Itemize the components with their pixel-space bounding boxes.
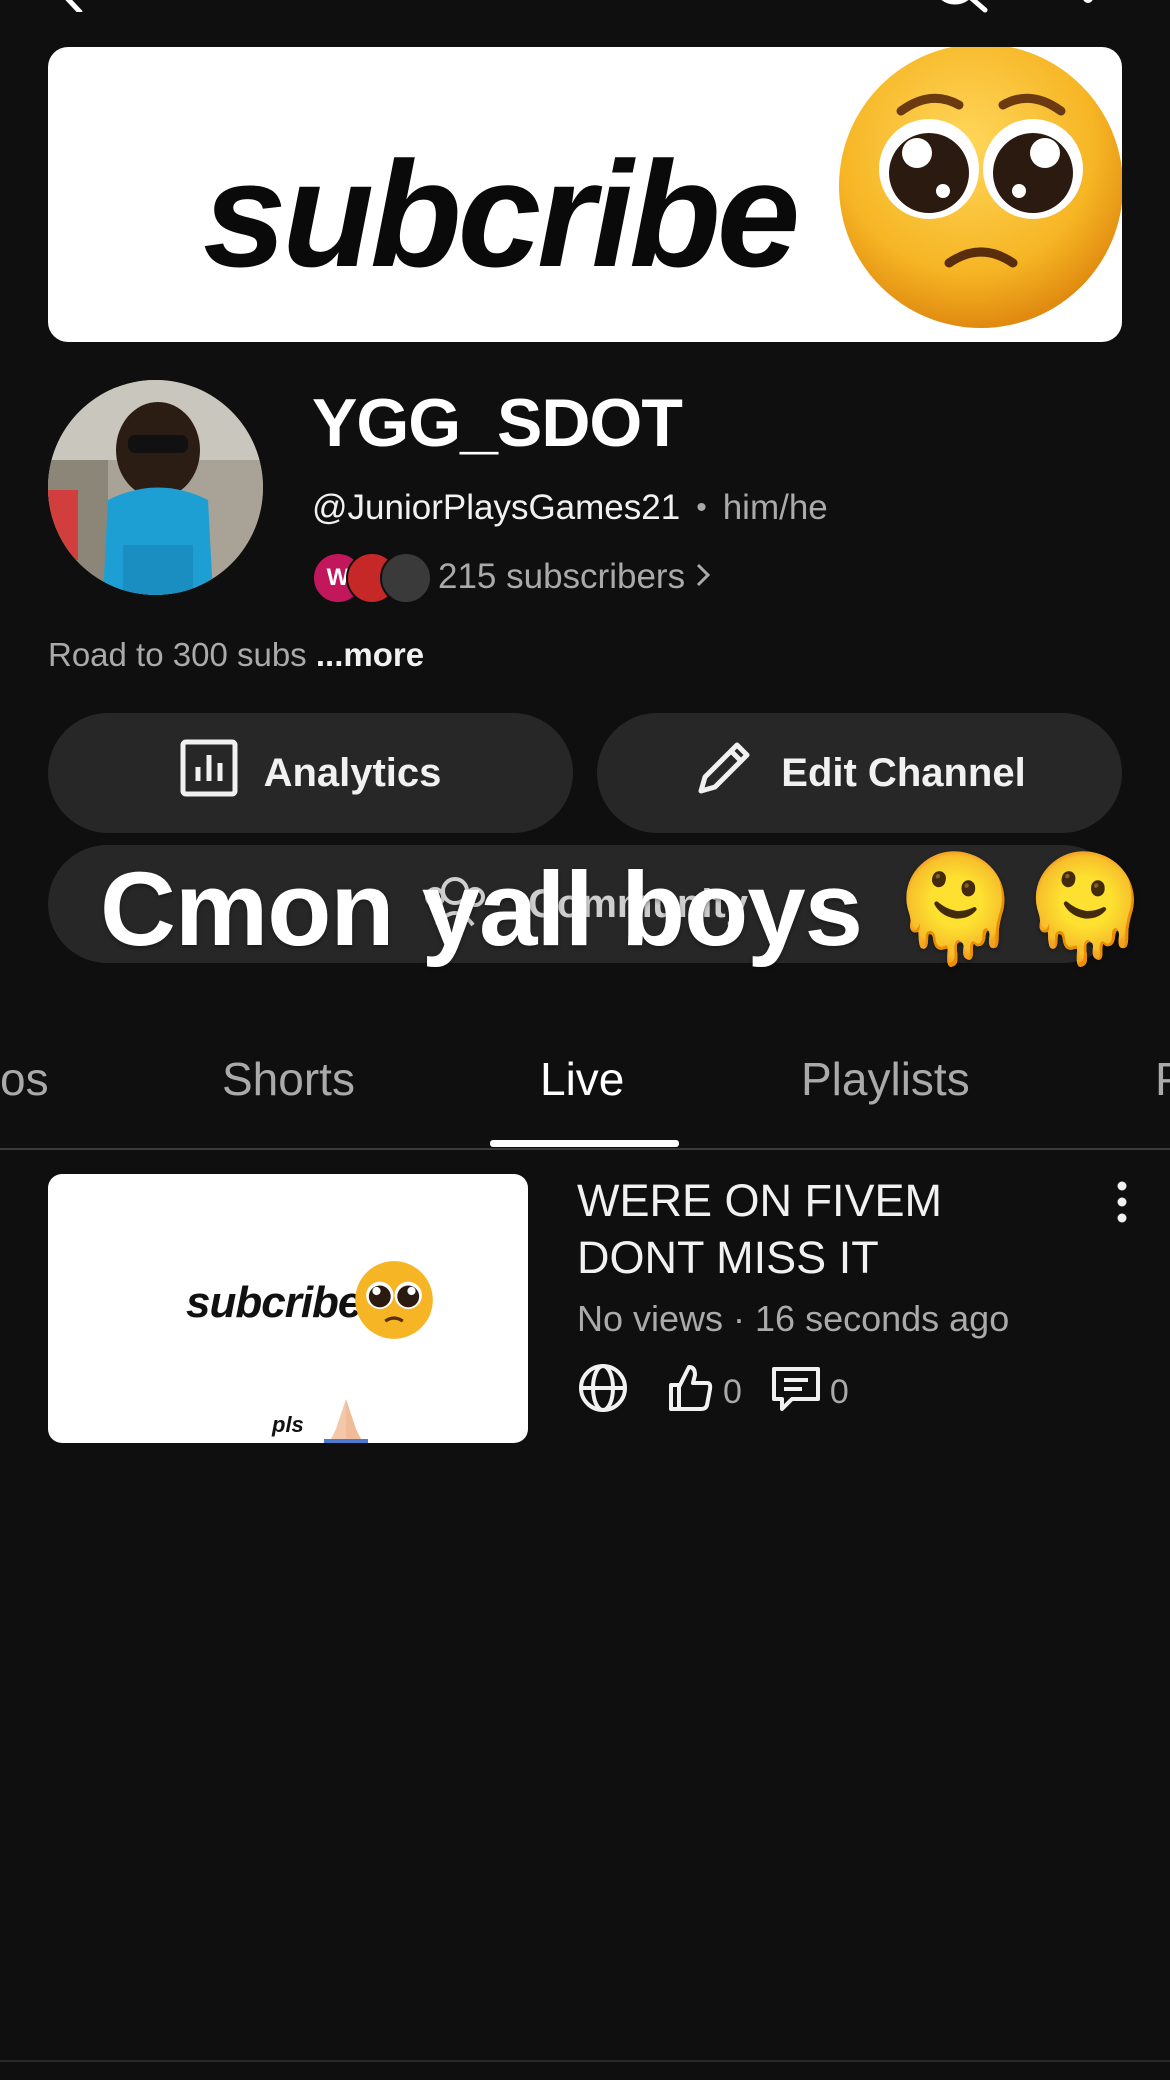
- tab-shorts[interactable]: Shorts: [222, 1052, 355, 1106]
- banner-text: subcribe: [203, 130, 800, 298]
- video-menu-icon[interactable]: [1110, 1180, 1134, 1229]
- tab-live[interactable]: Live: [540, 1052, 624, 1106]
- pleading-face-emoji: [353, 1260, 435, 1345]
- bottom-nav-divider: [0, 2060, 1170, 2062]
- handle-row: @JuniorPlaysGames21 • him/he: [312, 488, 828, 528]
- subscriber-count: 215 subscribers: [438, 557, 686, 596]
- search-icon[interactable]: [925, 0, 995, 15]
- channel-banner: subcribe: [48, 47, 1122, 342]
- subscriber-avatars: W: [312, 552, 432, 604]
- separator-dot: •: [696, 491, 707, 524]
- pencil-icon: [693, 737, 781, 809]
- video-thumbnail[interactable]: subcribe pls: [48, 1174, 528, 1443]
- overlay-caption: Cmon yall boys 🫠🫠: [100, 851, 1151, 968]
- description-text: Road to 300 subs: [48, 636, 307, 673]
- channel-name: YGG_SDOT: [312, 385, 683, 461]
- tab-posts[interactable]: P: [1155, 1052, 1170, 1106]
- thumbs-up-icon: [665, 1363, 723, 1422]
- thumbnail-small-text: pls: [272, 1412, 304, 1437]
- edit-channel-button[interactable]: Edit Channel: [597, 713, 1122, 833]
- active-tab-indicator: [490, 1140, 679, 1147]
- pleading-face-emoji: [831, 47, 1122, 336]
- tab-playlists[interactable]: Playlists: [801, 1052, 970, 1106]
- subscriber-avatar: [380, 552, 432, 604]
- back-icon[interactable]: [58, 0, 88, 12]
- more-link[interactable]: ...more: [316, 636, 424, 673]
- globe-icon: [577, 1362, 637, 1423]
- analytics-icon: [180, 739, 264, 807]
- comment-icon: [770, 1363, 830, 1422]
- channel-pronouns: him/he: [722, 488, 828, 527]
- analytics-button[interactable]: Analytics: [48, 713, 573, 833]
- analytics-label: Analytics: [263, 750, 442, 795]
- comments-stat: 0: [770, 1363, 849, 1422]
- subscribers-row[interactable]: W 215 subscribers: [312, 552, 711, 604]
- channel-description[interactable]: Road to 300 subs ...more: [48, 636, 424, 674]
- video-meta: No views · 16 seconds ago: [577, 1298, 1010, 1339]
- likes-stat: 0: [665, 1363, 742, 1422]
- edit-channel-label: Edit Channel: [781, 750, 1026, 795]
- channel-tabs: os Shorts Live Playlists P: [0, 1000, 1170, 1150]
- more-icon[interactable]: [1080, 0, 1096, 8]
- video-title[interactable]: WERE ON FIVEM DONT MISS IT: [577, 1172, 1057, 1286]
- comment-count: 0: [829, 1373, 849, 1411]
- channel-handle: @JuniorPlaysGames21: [312, 488, 681, 527]
- visibility-stat: [577, 1362, 637, 1423]
- channel-avatar[interactable]: [48, 380, 263, 595]
- like-count: 0: [723, 1373, 742, 1411]
- praying-hands-emoji: [316, 1394, 376, 1443]
- chevron-right-icon: [695, 557, 711, 597]
- video-stats: 0 0: [577, 1362, 877, 1423]
- tab-videos[interactable]: os: [0, 1052, 49, 1106]
- thumbnail-text: subcribe: [186, 1278, 362, 1327]
